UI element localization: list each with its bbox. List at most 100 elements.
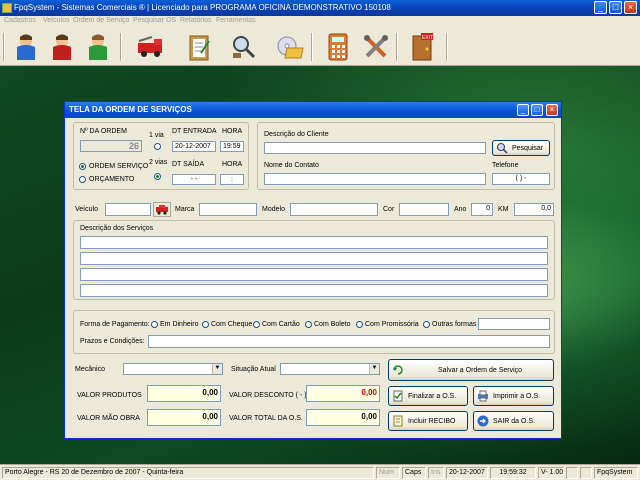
entry-hour-field[interactable]: 19:59 xyxy=(220,141,244,152)
total-value-field[interactable]: 0,00 xyxy=(306,409,380,426)
exit-date-label: DT SAÍDA xyxy=(172,161,205,168)
quote-radio-label: ORÇAMENTO xyxy=(89,176,135,183)
km-label: KM xyxy=(498,206,509,213)
close-button[interactable]: × xyxy=(624,1,637,14)
phone-field[interactable]: ( ) - xyxy=(492,173,550,185)
products-value-label: VALOR PRODUTOS xyxy=(77,392,142,399)
menu-relatorios[interactable]: Relatórios xyxy=(180,17,212,24)
payment-promissory-radio[interactable] xyxy=(356,321,363,328)
user-blue-icon[interactable] xyxy=(8,30,44,64)
minimize-button[interactable]: _ xyxy=(594,1,607,14)
discount-value-field[interactable]: 0,00 xyxy=(306,385,380,402)
terms-field[interactable] xyxy=(148,335,550,348)
user-red-icon[interactable] xyxy=(44,30,80,64)
search-button[interactable]: Pesquisar xyxy=(492,140,550,156)
discount-value-label: VALOR DESCONTO ( - ) xyxy=(229,392,307,399)
menu-ordem-servico[interactable]: Ordem de Serviço xyxy=(73,17,129,24)
entry-date-label: DT ENTRADA xyxy=(172,128,217,135)
model-field[interactable] xyxy=(290,203,378,216)
status-combo[interactable]: ▼ xyxy=(280,363,380,375)
entry-date-field[interactable]: 20-12-2007 xyxy=(172,141,216,152)
payment-cash-radio[interactable] xyxy=(151,321,158,328)
contact-name-field[interactable] xyxy=(264,173,486,185)
clipboard-icon[interactable] xyxy=(181,30,217,64)
exit-hour-field[interactable]: : xyxy=(220,174,244,185)
client-description-label: Descrição do Cliente xyxy=(264,131,329,138)
dialog-close-button[interactable]: × xyxy=(546,104,558,116)
payment-check-radio[interactable] xyxy=(202,321,209,328)
payment-boleto-radio[interactable] xyxy=(305,321,312,328)
status-caps: Caps xyxy=(402,467,426,479)
payment-other-radio[interactable] xyxy=(423,321,430,328)
client-group: Descrição do Cliente Pesquisar Nome do C… xyxy=(257,122,555,190)
vehicle-field[interactable] xyxy=(105,203,151,216)
menu-cadastros[interactable]: Cadastros xyxy=(4,17,36,24)
terms-label: Prazos e Condições: xyxy=(80,338,145,345)
service-line-3[interactable] xyxy=(80,268,548,281)
tools-icon[interactable] xyxy=(358,30,394,64)
save-order-button[interactable]: Salvar a Ordem de Serviço xyxy=(388,359,554,381)
user-green-icon[interactable] xyxy=(80,30,116,64)
dialog-title: TELA DA ORDEM DE SERVIÇOS xyxy=(69,105,192,114)
exit-order-button[interactable]: SAIR da O.S. xyxy=(473,411,554,431)
via2-label: 2 vias xyxy=(149,159,168,166)
service-line-4[interactable] xyxy=(80,284,548,297)
status-location: Porto Alegre - RS 20 de Dezembro de 2007… xyxy=(2,467,374,479)
order-group: Nº DA ORDEM 26 1 via DT ENTRADA 20-12-20… xyxy=(73,122,249,190)
tray-icon xyxy=(580,467,592,479)
menu-pesquisar-os[interactable]: Pesquisar OS xyxy=(133,17,176,24)
contact-name-label: Nome do Contato xyxy=(264,162,319,169)
status-num: Num xyxy=(376,467,400,479)
print-button[interactable]: Imprimir a O.S. xyxy=(473,386,554,406)
payment-other-label: Outras formas xyxy=(432,321,477,328)
service-line-1[interactable] xyxy=(80,236,548,249)
chevron-down-icon: ▼ xyxy=(369,364,379,374)
magnifier-tools-icon[interactable] xyxy=(226,30,262,64)
calculator-icon[interactable] xyxy=(320,30,356,64)
payment-cash-label: Em Dinheiro xyxy=(160,321,199,328)
vehicle-search-button[interactable] xyxy=(153,202,171,217)
service-order-dialog: TELA DA ORDEM DE SERVIÇOS _ □ × Nº DA OR… xyxy=(64,101,562,439)
exit-date-field[interactable]: - - xyxy=(172,174,216,185)
service-line-2[interactable] xyxy=(80,252,548,265)
status-time: 19:59:32 xyxy=(490,467,536,479)
service-order-radio[interactable] xyxy=(79,163,86,170)
fire-truck-icon[interactable] xyxy=(133,30,169,64)
km-field[interactable]: 0,0 xyxy=(514,203,554,216)
products-value-field[interactable]: 0,00 xyxy=(147,385,221,402)
quote-radio[interactable] xyxy=(79,176,86,183)
exit-hour-label: HORA xyxy=(222,161,243,168)
dialog-maximize-button[interactable]: □ xyxy=(531,104,543,116)
toolbar-separator xyxy=(311,33,313,61)
app-title-bar: FpqSystem - Sistemas Comerciais ® | Lice… xyxy=(0,0,640,16)
dialog-minimize-button[interactable]: _ xyxy=(517,104,529,116)
via2-radio[interactable] xyxy=(154,173,161,180)
services-group: Descrição dos Serviços xyxy=(73,220,555,300)
finalize-button[interactable]: Finalizar a O.S. xyxy=(388,386,468,406)
labor-value-field[interactable]: 0,00 xyxy=(147,409,221,426)
search-button-label: Pesquisar xyxy=(512,144,544,152)
payment-other-field[interactable] xyxy=(478,318,550,330)
maximize-button[interactable]: □ xyxy=(609,1,622,14)
mechanic-combo[interactable]: ▼ xyxy=(123,363,223,375)
services-label: Descrição dos Serviços xyxy=(80,225,154,232)
search-icon xyxy=(497,143,508,154)
payment-card-radio[interactable] xyxy=(253,321,260,328)
exit-order-label: SAIR da O.S. xyxy=(493,417,536,425)
cd-folder-icon[interactable] xyxy=(272,30,308,64)
mechanic-label: Mecânico xyxy=(75,366,105,373)
payment-boleto-label: Com Boleto xyxy=(314,321,351,328)
brand-field[interactable] xyxy=(199,203,257,216)
client-description-field[interactable] xyxy=(264,142,486,154)
exit-door-icon[interactable]: EXIT xyxy=(404,30,440,64)
year-field[interactable]: 0 xyxy=(471,203,493,216)
finalize-icon xyxy=(393,390,403,402)
receipt-button[interactable]: Incluir RECIBO xyxy=(388,411,468,431)
via1-radio[interactable] xyxy=(154,143,161,150)
order-number-field[interactable]: 26 xyxy=(80,140,142,152)
color-field[interactable] xyxy=(399,203,449,216)
menu-ferramentas[interactable]: Ferramentas xyxy=(216,17,256,24)
menu-veiculos[interactable]: Veículos xyxy=(43,17,69,24)
status-label: Situação Atual xyxy=(231,366,276,373)
chevron-down-icon: ▼ xyxy=(212,364,222,374)
